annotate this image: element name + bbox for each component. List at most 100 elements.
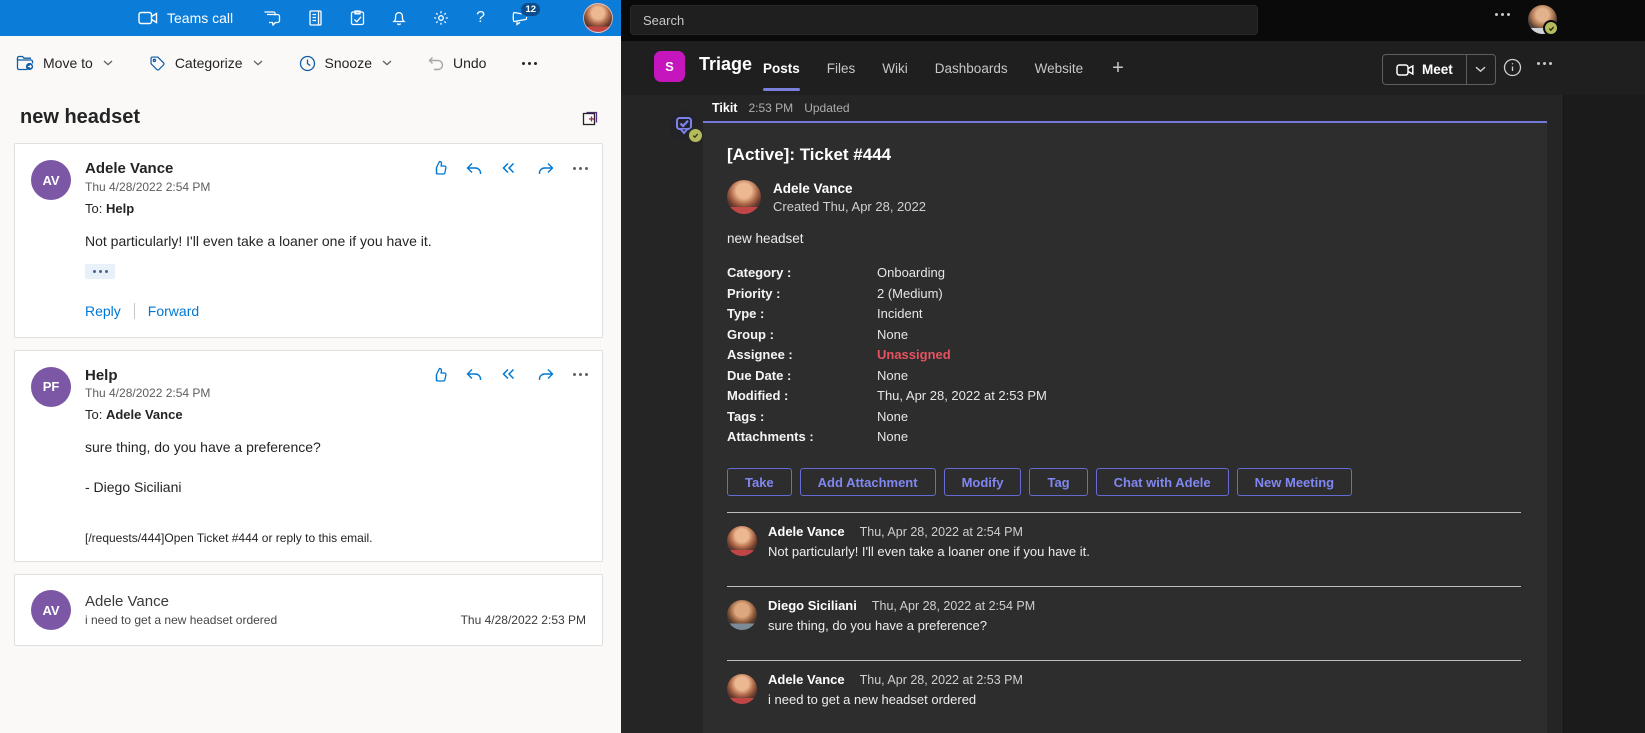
message-more-icon[interactable] [573, 373, 588, 376]
settings-gear-icon[interactable] [433, 10, 449, 26]
channel-info-icon[interactable] [1503, 58, 1522, 77]
help-icon[interactable]: ? [476, 10, 485, 26]
categorize-button[interactable]: Categorize [149, 55, 263, 72]
teams-top-bar [621, 0, 1645, 41]
ticket-actions: Take Add Attachment ModifyTag Chat with Ade… [727, 468, 1530, 496]
ticket-action-button[interactable]: Modify [944, 468, 1022, 496]
channel-tab[interactable]: Wiki [882, 41, 908, 95]
field-label: Assignee : [727, 347, 877, 362]
show-trimmed-content-button[interactable] [85, 264, 115, 279]
titlebar-more-icon[interactable] [1491, 9, 1514, 20]
channel-tab[interactable]: Files [827, 41, 856, 95]
avatar: AV [31, 590, 71, 630]
feedback-count-badge: 12 [520, 2, 541, 17]
reply-item: Adele Vance Thu, Apr 28, 2022 at 2:54 PM… [727, 512, 1521, 586]
avatar[interactable]: PF [31, 367, 71, 407]
message-time: 2:53 PM [748, 101, 793, 115]
avatar[interactable]: AV [31, 160, 71, 200]
ticket-replies: Adele Vance Thu, Apr 28, 2022 at 2:54 PM… [727, 512, 1521, 733]
chevron-down-icon [382, 60, 392, 66]
forward-link[interactable]: Forward [148, 303, 199, 319]
email-message-2: PF Help Thu 4/28/2022 2:54 PM To: Adele … [14, 350, 603, 563]
reply-icon[interactable] [466, 162, 482, 175]
like-icon[interactable] [432, 367, 447, 383]
channel-more-icon[interactable] [1537, 62, 1552, 65]
undo-icon [428, 56, 444, 71]
ticket-action-button[interactable]: Take [727, 468, 792, 496]
field-value: Thu, Apr 28, 2022 at 2:53 PM [877, 388, 1530, 403]
chat-icon[interactable] [263, 11, 281, 26]
move-to-button[interactable]: Move to [16, 55, 113, 71]
meet-options-chevron[interactable] [1466, 55, 1495, 84]
reply-text: Not particularly! I'll even take a loane… [768, 544, 1090, 559]
screen: Teams call [0, 0, 1645, 733]
recipient-name: Adele Vance [106, 407, 183, 422]
outlook-top-bar: Teams call [0, 0, 621, 36]
forward-icon[interactable] [538, 162, 554, 175]
field-label: Attachments : [727, 429, 877, 444]
field-label: Tags : [727, 409, 877, 424]
reply-link[interactable]: Reply [85, 303, 121, 319]
field-value: None [877, 327, 1530, 342]
channel-tab[interactable]: Website [1035, 41, 1084, 95]
field-label: Priority : [727, 286, 877, 301]
outlook-toolbar: Move to Categorize [0, 36, 621, 90]
message-date: Thu 4/28/2022 2:54 PM [85, 180, 210, 194]
outlook-account-avatar[interactable] [583, 3, 613, 33]
notifications-bell-icon[interactable] [392, 10, 406, 26]
todo-icon[interactable] [350, 10, 365, 26]
right-gutter [1563, 95, 1645, 733]
field-value: None [877, 409, 1530, 424]
teams-account-avatar[interactable] [1528, 5, 1557, 34]
search-input[interactable] [630, 5, 1258, 35]
toolbar-more-icon[interactable] [522, 62, 537, 65]
ticket-action-button[interactable]: Chat with Adele [1096, 468, 1229, 496]
outlook-top-icons: ? 12 [263, 10, 530, 26]
teams-call-button[interactable]: Teams call [138, 10, 233, 26]
forward-icon[interactable] [538, 368, 554, 381]
field-label: Due Date : [727, 368, 877, 383]
onenote-icon[interactable] [308, 10, 323, 26]
reply-icon[interactable] [466, 368, 482, 381]
collapsed-email-row[interactable]: AV Adele Vance i need to get a new heads… [14, 574, 603, 646]
channel-tab[interactable]: Posts [763, 41, 800, 95]
reply-text: sure thing, do you have a preference? [768, 618, 1035, 633]
field-value: None [877, 429, 1530, 444]
ticket-action-button[interactable]: New Meeting [1237, 468, 1352, 496]
undo-label: Undo [453, 55, 486, 71]
sender-name: Help [85, 367, 210, 386]
meet-split-button: Meet [1382, 54, 1496, 85]
channel-tab[interactable]: Dashboards [935, 41, 1008, 95]
team-logo[interactable]: S [654, 51, 685, 82]
teams-call-label: Teams call [167, 10, 233, 26]
avatar [727, 180, 761, 214]
to-label: To: [85, 407, 102, 422]
message-date: Thu 4/28/2022 2:54 PM [85, 386, 210, 400]
undo-button[interactable]: Undo [428, 55, 486, 71]
reply-all-icon[interactable] [501, 162, 519, 175]
reply-date: Thu, Apr 28, 2022 at 2:53 PM [860, 673, 1023, 687]
message-actions [432, 160, 588, 176]
like-icon[interactable] [432, 160, 447, 176]
snooze-button[interactable]: Snooze [299, 55, 392, 72]
bot-name: Tikit [712, 101, 737, 115]
field-value: Incident [877, 306, 1530, 321]
outlook-window: Teams call [0, 0, 621, 733]
open-in-new-window-icon[interactable] [582, 109, 599, 126]
reply-all-icon[interactable] [501, 368, 519, 381]
message-body: sure thing, do you have a preference? [85, 438, 586, 457]
meet-button[interactable]: Meet [1383, 55, 1466, 84]
ticket-action-button[interactable]: Add Attachment [800, 468, 936, 496]
add-tab-icon[interactable]: + [1112, 57, 1124, 80]
ticket-summary: new headset [727, 231, 1530, 246]
snooze-label: Snooze [325, 55, 372, 71]
move-to-folder-icon [16, 55, 34, 71]
ticket-action-button[interactable]: Tag [1029, 468, 1087, 496]
feedback-icon[interactable]: 12 [512, 11, 530, 26]
reply-item: Adele Vance Thu, Apr 28, 2022 at 2:53 PM… [727, 660, 1521, 733]
message-more-icon[interactable] [573, 167, 588, 170]
field-label: Modified : [727, 388, 877, 403]
tikit-bot-avatar[interactable] [667, 109, 701, 143]
sender-name: Adele Vance [85, 593, 586, 610]
ticket-author-name: Adele Vance [773, 181, 926, 196]
